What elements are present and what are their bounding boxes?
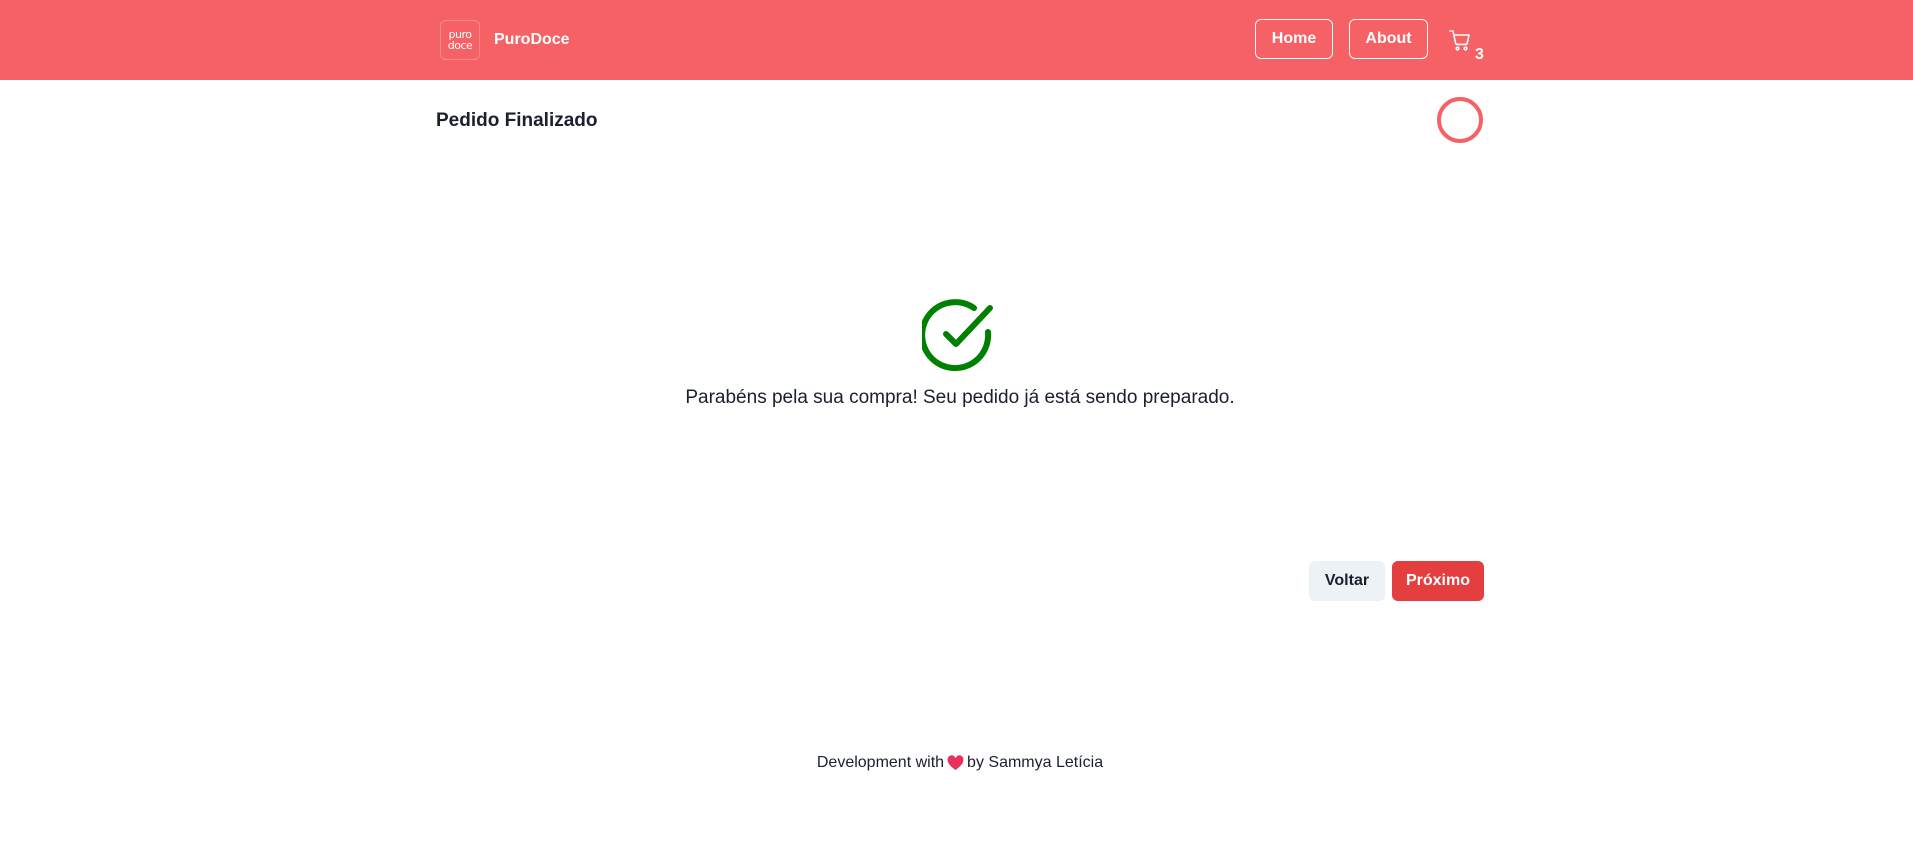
brand-logo: puro doce bbox=[440, 20, 480, 60]
back-button[interactable]: Voltar bbox=[1309, 561, 1385, 601]
heart-icon bbox=[947, 755, 964, 771]
brand-name: PuroDoce bbox=[494, 31, 570, 48]
home-button[interactable]: Home bbox=[1255, 19, 1333, 59]
next-button[interactable]: Próximo bbox=[1392, 561, 1484, 601]
logo-line-2: doce bbox=[447, 39, 473, 52]
success-message: Parabéns pela sua compra! Seu pedido já … bbox=[685, 387, 1235, 408]
step-progress-ring bbox=[1437, 97, 1483, 143]
page-title: Pedido Finalizado bbox=[436, 110, 598, 131]
check-circle-icon bbox=[922, 299, 993, 372]
brand[interactable]: puro doce PuroDoce bbox=[440, 20, 570, 60]
cart-count-badge: 3 bbox=[1475, 46, 1484, 63]
top-navbar: puro doce PuroDoce Home About 3 bbox=[0, 0, 1913, 80]
cart-icon[interactable] bbox=[1448, 28, 1472, 52]
about-button[interactable]: About bbox=[1349, 19, 1428, 59]
footer-suffix: by Sammya Letícia bbox=[967, 754, 1104, 771]
footer-prefix: Development with bbox=[816, 754, 945, 771]
footer: Development with by Sammya Letícia bbox=[0, 754, 1913, 772]
